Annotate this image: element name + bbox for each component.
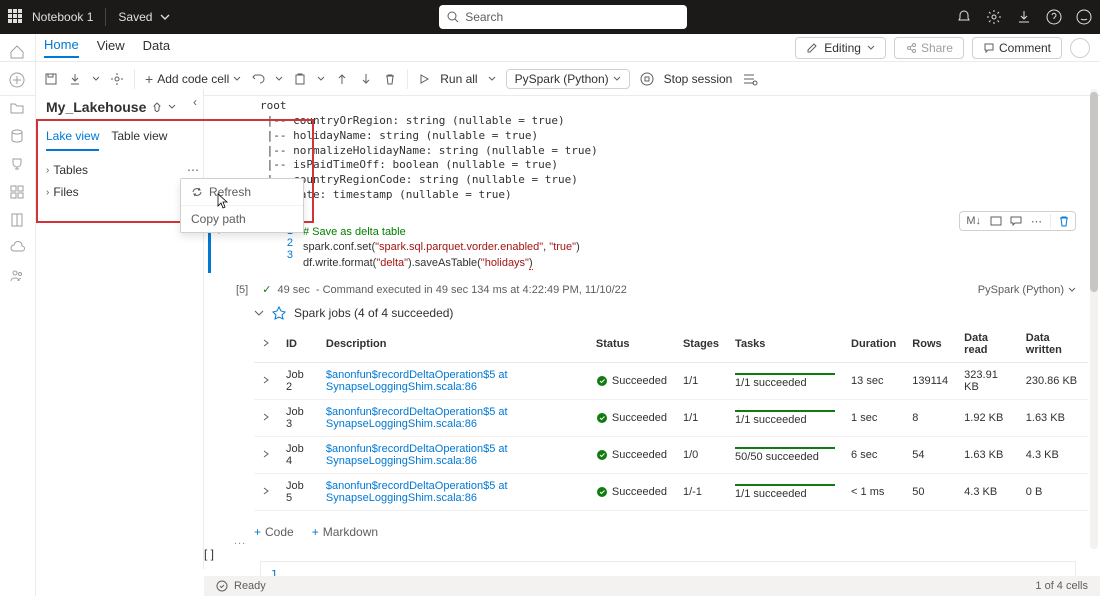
share-button[interactable]: Share <box>894 37 964 59</box>
kernel-selector[interactable]: PySpark (Python) <box>506 69 630 89</box>
search-icon <box>447 11 459 23</box>
stop-session-button[interactable]: Stop session <box>664 72 733 86</box>
add-markdown-button[interactable]: +Markdown <box>312 525 378 539</box>
tab-home[interactable]: Home <box>44 37 79 58</box>
lakehouse-title: My_Lakehouse <box>46 99 146 115</box>
notebook-title[interactable]: Notebook 1 <box>32 10 93 24</box>
folder-icon[interactable] <box>9 100 27 118</box>
tab-lake-view[interactable]: Lake view <box>46 129 99 151</box>
more-icon[interactable]: ⋯ <box>187 163 199 177</box>
cursor-icon <box>216 192 232 215</box>
notebook-content: root |-- countryOrRegion: string (nullab… <box>204 89 1088 578</box>
scrollbar-thumb[interactable] <box>1090 92 1098 292</box>
cell-out-dots: ... <box>234 535 246 547</box>
tab-data[interactable]: Data <box>143 38 170 57</box>
spark-icon <box>272 306 286 320</box>
undo-icon[interactable] <box>251 72 265 86</box>
chevron-down-icon <box>1068 286 1076 294</box>
refresh-icon <box>191 186 203 198</box>
table-row[interactable]: Job 2 $anonfun$recordDeltaOperation$5 at… <box>254 363 1088 400</box>
ctx-copy-path[interactable]: Copy path <box>181 206 303 232</box>
avatar[interactable] <box>1070 38 1090 58</box>
gear-icon[interactable] <box>110 72 124 86</box>
empty-cell-index: [ ] <box>204 547 214 561</box>
bell-icon[interactable] <box>956 9 972 25</box>
chevron-down-icon[interactable] <box>488 75 496 83</box>
variables-icon[interactable] <box>742 72 758 86</box>
table-row[interactable]: Job 3 $anonfun$recordDeltaOperation$5 at… <box>254 400 1088 437</box>
save-icon[interactable] <box>44 72 58 86</box>
table-row[interactable]: Job 5 $anonfun$recordDeltaOperation$5 at… <box>254 474 1088 511</box>
waffle-icon[interactable] <box>8 9 24 25</box>
titlebar: Notebook 1 Saved Search <box>0 0 1100 34</box>
left-rail <box>0 34 36 596</box>
add-code-cell-button[interactable]: + Add code cell <box>145 71 241 87</box>
check-icon: ✓ <box>262 283 271 296</box>
editing-mode-button[interactable]: Editing <box>795 37 886 59</box>
add-circle-icon[interactable] <box>9 72 27 90</box>
chevron-down-icon <box>867 44 875 52</box>
chevron-down-icon[interactable] <box>275 75 283 83</box>
ctx-refresh[interactable]: Refresh <box>181 179 303 206</box>
book-icon[interactable] <box>9 212 27 230</box>
lakehouse-panel: My_Lakehouse ‹ Lake view Table view ›Tab… <box>36 89 204 569</box>
chevron-down-icon <box>613 75 621 83</box>
arrow-down-icon[interactable] <box>359 72 373 86</box>
app-icon[interactable] <box>9 184 27 202</box>
play-icon[interactable] <box>418 73 430 85</box>
global-search[interactable]: Search <box>439 5 687 29</box>
statusbar: Ready 1 of 4 cells <box>204 576 1100 596</box>
stop-icon[interactable] <box>640 72 654 86</box>
chevron-down-icon <box>233 75 241 83</box>
collapse-sidebar-button[interactable]: ‹ <box>193 95 197 109</box>
run-all-button[interactable]: Run all <box>440 72 477 86</box>
cell-count: 1 of 4 cells <box>1035 580 1088 592</box>
pin-icon[interactable] <box>152 102 162 112</box>
comment-icon <box>983 42 995 54</box>
spark-jobs-table: ID Description Status Stages Tasks Durat… <box>254 326 1088 511</box>
cell-index: [5] <box>236 284 248 296</box>
database-icon[interactable] <box>9 128 27 146</box>
chevron-down-icon[interactable] <box>160 12 170 22</box>
pencil-icon <box>806 42 818 54</box>
chevron-down-icon <box>254 308 264 318</box>
download-icon[interactable] <box>68 72 82 86</box>
gear-icon[interactable] <box>986 9 1002 25</box>
execution-info: [5] ✓ 49 sec - Command executed in 49 se… <box>204 279 1088 300</box>
comment-button[interactable]: Comment <box>972 37 1062 59</box>
help-icon[interactable] <box>1046 9 1062 25</box>
arrow-up-icon[interactable] <box>335 72 349 86</box>
check-circle-icon <box>216 580 228 592</box>
people-icon[interactable] <box>9 268 27 286</box>
schema-output: root |-- countryOrRegion: string (nullab… <box>204 89 1088 213</box>
context-menu: Refresh Copy path <box>180 178 304 233</box>
clipboard-icon[interactable] <box>293 72 307 86</box>
share-icon <box>905 42 917 54</box>
tree-item-files[interactable]: ›Files <box>46 181 193 203</box>
ribbon: Home View Data Editing Share Comment <box>0 34 1100 62</box>
cell-kernel-selector[interactable]: PySpark (Python) <box>978 284 1076 296</box>
trophy-icon[interactable] <box>9 156 27 174</box>
table-row[interactable]: Job 4 $anonfun$recordDeltaOperation$5 at… <box>254 437 1088 474</box>
cloud-icon[interactable] <box>9 240 27 258</box>
download-icon[interactable] <box>1016 9 1032 25</box>
search-placeholder: Search <box>465 10 503 24</box>
tab-view[interactable]: View <box>97 38 125 57</box>
chevron-down-icon[interactable] <box>168 103 176 111</box>
code-cell[interactable]: 123 # Save as delta table spark.conf.set… <box>208 223 1088 273</box>
chevron-down-icon[interactable] <box>92 75 100 83</box>
tab-table-view[interactable]: Table view <box>111 129 167 151</box>
add-code-button[interactable]: +Code <box>254 525 294 539</box>
tree-item-tables[interactable]: ›Tables ⋯ <box>46 159 193 181</box>
trash-icon[interactable] <box>383 72 397 86</box>
smile-icon[interactable] <box>1076 9 1092 25</box>
spark-jobs-header[interactable]: Spark jobs (4 of 4 succeeded) <box>204 300 1088 326</box>
saved-status: Saved <box>118 10 152 24</box>
chevron-down-icon[interactable] <box>317 75 325 83</box>
